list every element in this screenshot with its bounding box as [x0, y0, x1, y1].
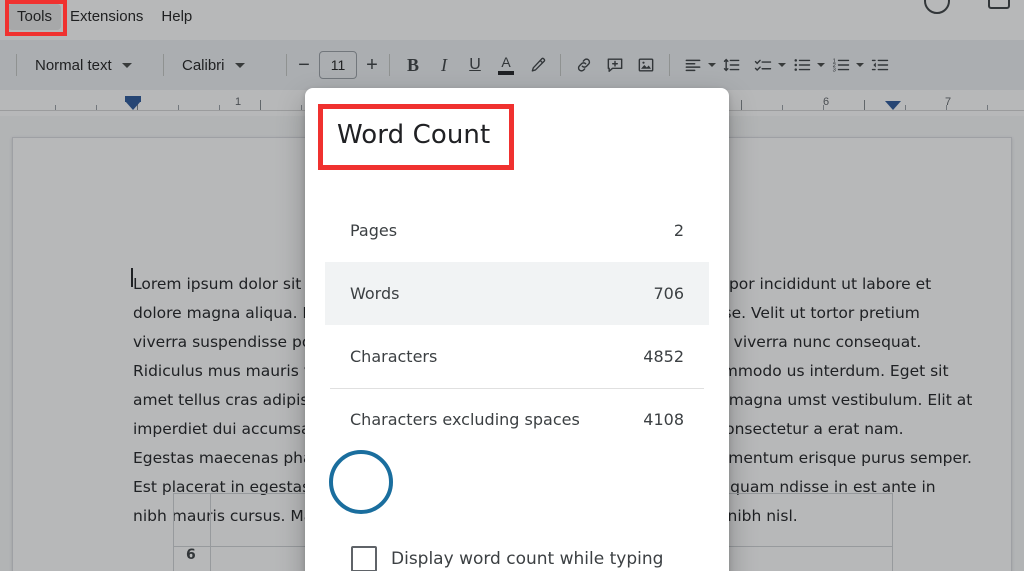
- stat-value: 4852: [643, 347, 684, 366]
- word-count-dialog: Word Count Pages 2 Words 706 Characters …: [305, 88, 729, 571]
- stat-row-characters-excluding-spaces: Characters excluding spaces 4108: [325, 388, 709, 451]
- stat-value: 706: [653, 284, 684, 303]
- display-word-count-checkbox-row[interactable]: Display word count while typing: [351, 546, 663, 571]
- stat-label: Characters: [350, 347, 437, 366]
- display-word-count-label: Display word count while typing: [391, 549, 663, 569]
- stat-value: 2: [674, 221, 684, 240]
- dialog-title: Word Count: [337, 120, 490, 150]
- google-docs-word-count-screen: Tools Extensions Help Normal text Calibr…: [0, 0, 1024, 571]
- display-word-count-checkbox[interactable]: [351, 546, 377, 571]
- stat-row-words: Words 706: [325, 262, 709, 325]
- stat-row-pages: Pages 2: [325, 199, 709, 262]
- stat-value: 4108: [643, 410, 684, 429]
- stat-label: Pages: [350, 221, 397, 240]
- word-count-stats-list: Pages 2 Words 706 Characters 4852 Charac…: [325, 199, 709, 451]
- stat-label: Words: [350, 284, 399, 303]
- stat-row-characters: Characters 4852: [325, 325, 709, 388]
- stat-label: Characters excluding spaces: [350, 410, 580, 429]
